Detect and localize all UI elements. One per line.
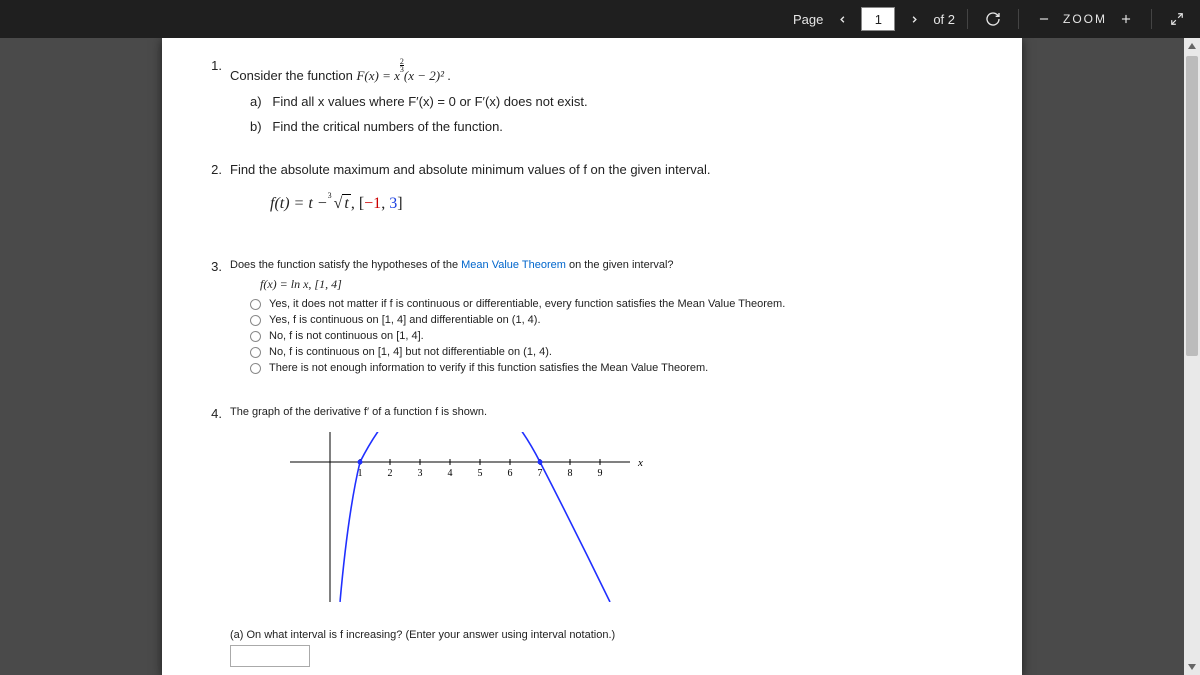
p1-stem-end: . <box>447 68 451 83</box>
p4-answer-a-input[interactable] <box>230 645 310 667</box>
p2-interval: [−1, 3] <box>359 195 403 212</box>
scroll-up-button[interactable] <box>1184 38 1200 54</box>
document-viewport[interactable]: 1. Consider the function F(x) = x23(x − … <box>0 38 1184 675</box>
page-nav-group: Page of 2 <box>793 6 955 32</box>
minus-icon <box>1037 12 1051 26</box>
zoom-in-button[interactable] <box>1113 6 1139 32</box>
p3-options: Yes, it does not matter if f is continuo… <box>230 298 982 374</box>
page-label: Page <box>793 12 823 27</box>
radio-button[interactable] <box>250 363 261 374</box>
document-page: 1. Consider the function F(x) = x23(x − … <box>162 38 1022 675</box>
page-number-input[interactable] <box>861 7 895 31</box>
radio-button[interactable] <box>250 347 261 358</box>
p1-part-a: a) Find all x values where F′(x) = 0 or … <box>230 94 982 109</box>
p1-fn-tail: (x − 2)² <box>404 68 444 83</box>
problem-1: 1. Consider the function F(x) = x23(x − … <box>202 58 982 134</box>
p4-part-a-question: (a) On what interval is f increasing? (E… <box>230 629 982 641</box>
problem-number: 3. <box>202 259 230 378</box>
x-intercept-dot <box>538 460 543 465</box>
rotate-button[interactable] <box>980 6 1006 32</box>
vertical-scrollbar[interactable] <box>1184 38 1200 675</box>
fullscreen-button[interactable] <box>1164 6 1190 32</box>
toolbar-separator <box>1151 9 1152 29</box>
tick-label: 7 <box>538 468 543 479</box>
p1-b-label: b) <box>250 119 262 134</box>
option-text: Yes, it does not matter if f is continuo… <box>269 298 785 310</box>
tick-label: 4 <box>448 468 453 479</box>
tick-label: 5 <box>478 468 483 479</box>
p2-sep: , <box>351 195 359 212</box>
problem-body: Does the function satisfy the hypotheses… <box>230 259 982 378</box>
problem-number: 4. <box>202 406 230 675</box>
p1-fn-base: F(x) = x <box>356 68 399 83</box>
tick-label: 2 <box>388 468 393 479</box>
derivative-curve <box>340 432 610 602</box>
radio-button[interactable] <box>250 299 261 310</box>
cube-root-icon: 3√t <box>332 195 351 213</box>
toolbar-separator <box>967 9 968 29</box>
p1-b-text: Find the critical numbers of the functio… <box>272 119 503 134</box>
option-text: No, f is not continuous on [1, 4]. <box>269 330 424 342</box>
zoom-group: ZOOM <box>1031 6 1139 32</box>
scroll-thumb[interactable] <box>1186 56 1198 356</box>
prev-page-button[interactable] <box>829 6 855 32</box>
p3-option: No, f is continuous on [1, 4] but not di… <box>250 346 982 358</box>
option-text: Yes, f is continuous on [1, 4] and diffe… <box>269 314 541 326</box>
problem-4: 4. The graph of the derivative f′ of a f… <box>202 406 982 675</box>
p1-stem-pre: Consider the function <box>230 68 356 83</box>
p3-option: Yes, it does not matter if f is continuo… <box>250 298 982 310</box>
caret-down-icon <box>1187 662 1197 672</box>
tick-label: 9 <box>598 468 603 479</box>
toolbar-separator <box>1018 9 1019 29</box>
tick-label: 6 <box>508 468 513 479</box>
x-axis-label: x <box>637 457 643 469</box>
derivative-graph: x 1 2 3 4 5 6 7 8 9 <box>290 432 982 605</box>
p2-stem: Find the absolute maximum and absolute m… <box>230 162 711 177</box>
p3-stem-a: Does the function satisfy the hypotheses… <box>230 259 461 271</box>
problem-body: The graph of the derivative f′ of a func… <box>230 406 982 675</box>
radio-button[interactable] <box>250 331 261 342</box>
chevron-left-icon <box>837 14 848 25</box>
mvt-link[interactable]: Mean Value Theorem <box>461 259 566 271</box>
chevron-right-icon <box>909 14 920 25</box>
page-total-label: of 2 <box>933 12 955 27</box>
zoom-out-button[interactable] <box>1031 6 1057 32</box>
p3-stem-b: on the given interval? <box>566 259 674 271</box>
p4-stem: The graph of the derivative f′ of a func… <box>230 406 487 418</box>
rotate-icon <box>985 11 1001 27</box>
x-intercept-dot <box>358 460 363 465</box>
root-arg: t <box>342 194 350 212</box>
zoom-label: ZOOM <box>1063 12 1107 26</box>
option-text: No, f is continuous on [1, 4] but not di… <box>269 346 552 358</box>
problem-body: Consider the function F(x) = x23(x − 2)²… <box>230 58 982 134</box>
p2-eq-left: f(t) = t − <box>270 195 332 212</box>
problem-number: 1. <box>202 58 230 134</box>
p3-option: There is not enough information to verif… <box>250 362 982 374</box>
p3-option: No, f is not continuous on [1, 4]. <box>250 330 982 342</box>
p1-function: F(x) = x23(x − 2)² <box>356 68 447 83</box>
graph-svg: x 1 2 3 4 5 6 7 8 9 <box>290 432 660 602</box>
root-degree: 3 <box>328 191 332 200</box>
tick-label: 3 <box>418 468 423 479</box>
radio-button[interactable] <box>250 315 261 326</box>
caret-up-icon <box>1187 41 1197 51</box>
problem-2: 2. Find the absolute maximum and absolut… <box>202 162 982 231</box>
scroll-down-button[interactable] <box>1184 659 1200 675</box>
tick-label: 8 <box>568 468 573 479</box>
problem-number: 2. <box>202 162 230 231</box>
expand-icon <box>1170 12 1184 26</box>
pdf-toolbar: Page of 2 ZOOM <box>0 0 1200 38</box>
problem-body: Find the absolute maximum and absolute m… <box>230 162 982 231</box>
p1-part-b: b) Find the critical numbers of the func… <box>230 119 982 134</box>
option-text: There is not enough information to verif… <box>269 362 708 374</box>
p1-a-label: a) <box>250 94 262 109</box>
p3-function: f(x) = ln x, [1, 4] <box>260 277 982 292</box>
p1-a-text: Find all x values where F′(x) = 0 or F′(… <box>272 94 587 109</box>
p3-option: Yes, f is continuous on [1, 4] and diffe… <box>250 314 982 326</box>
plus-icon <box>1119 12 1133 26</box>
p2-equation: f(t) = t − 3√t, [−1, 3] <box>270 195 982 213</box>
next-page-button[interactable] <box>901 6 927 32</box>
problem-3: 3. Does the function satisfy the hypothe… <box>202 259 982 378</box>
